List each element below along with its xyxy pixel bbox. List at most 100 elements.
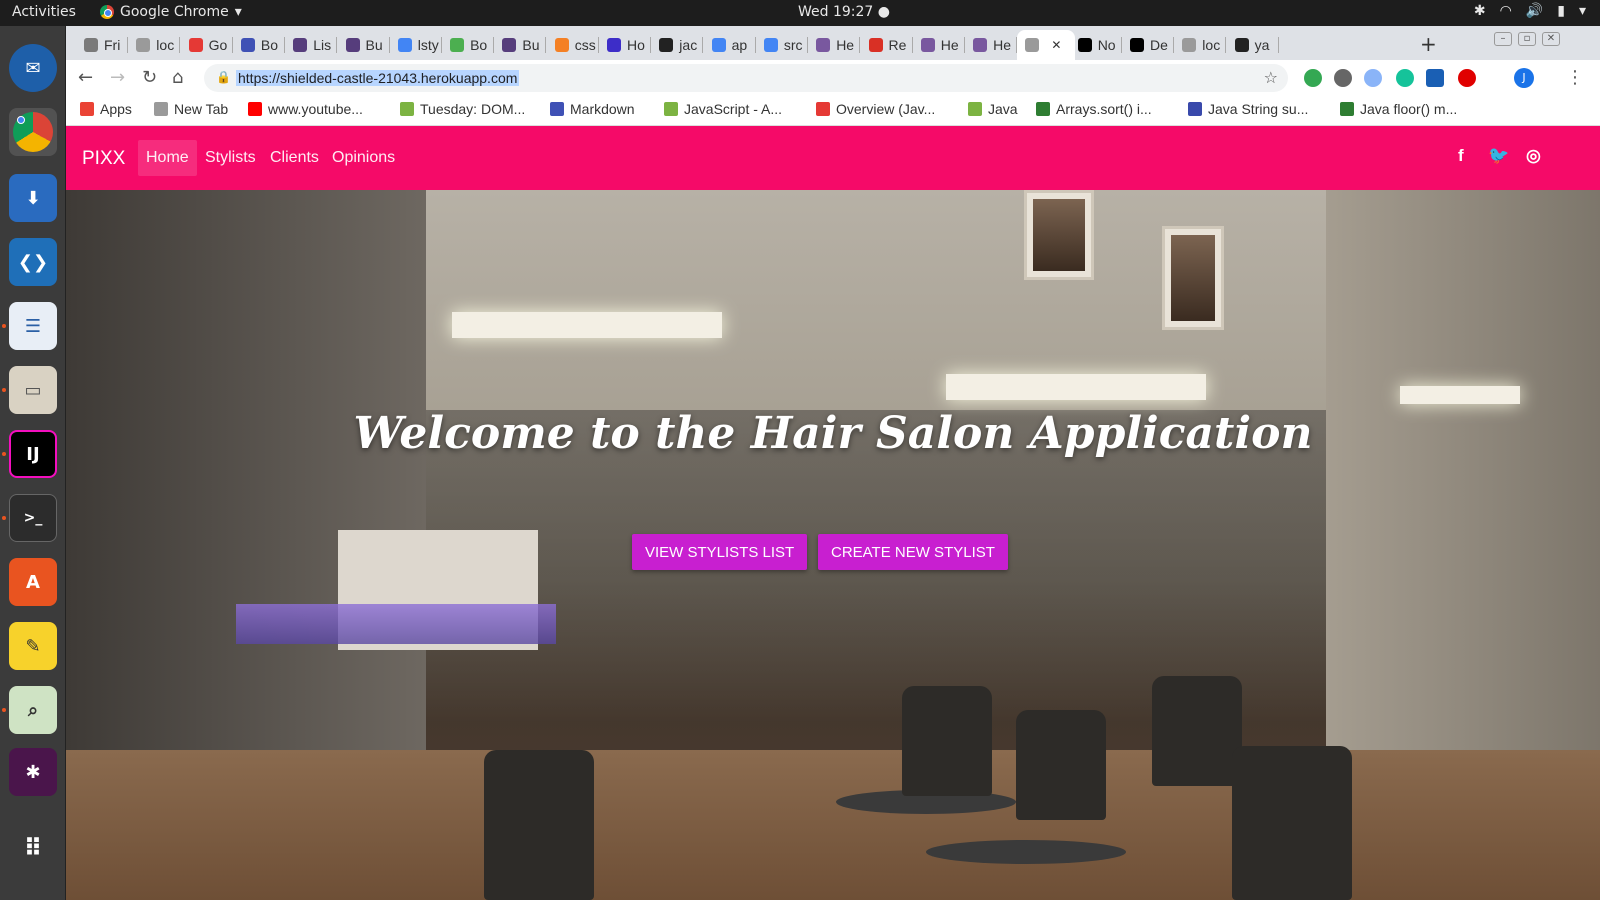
browser-tab[interactable]: loc [128,30,181,60]
clock[interactable]: Wed 19:27 ● [798,4,890,20]
tab-label: He [940,37,959,53]
close-window-button[interactable]: ✕ [1542,32,1560,46]
grammarly-icon[interactable] [1396,69,1414,87]
browser-tab[interactable]: Bo [442,30,495,60]
forward-icon[interactable]: → [110,67,125,88]
create-stylist-button[interactable]: CREATE NEW STYLIST [818,534,1008,570]
browser-tab[interactable]: src [756,30,808,60]
browser-tab[interactable]: Fri [76,30,128,60]
tab-favicon-icon [1025,38,1040,52]
extension-icon[interactable] [1426,69,1444,87]
intellij-icon[interactable]: IJ [9,430,57,478]
slack-icon[interactable]: ✱ [9,748,57,796]
address-bar[interactable]: 🔒 https://shielded-castle-21043.herokuap… [204,64,1288,92]
browser-tab[interactable]: ap [704,30,756,60]
browser-tab[interactable]: He [913,30,965,60]
bookmark-item[interactable]: Markdown [550,101,635,117]
ceiling-light [1400,386,1520,404]
tab-label: lsty [417,37,439,53]
tab-label: jac [679,37,698,53]
back-icon[interactable]: ← [78,67,93,88]
browser-tab[interactable]: lsty [390,30,442,60]
url-text[interactable]: https://shielded-castle-21043.herokuapp.… [236,70,520,86]
reload-icon[interactable]: ↻ [142,67,157,88]
tab-label: He [836,37,855,53]
browser-tab[interactable]: css [547,30,599,60]
tab-separator [1277,37,1279,53]
tab-favicon-icon [188,38,203,52]
menu-icon[interactable]: ⋮ [1566,67,1584,88]
nav-opinions[interactable]: Opinions [324,140,403,176]
bookmark-item[interactable]: Arrays.sort() i... [1036,101,1152,117]
software-center-icon[interactable]: A [9,558,57,606]
system-top-bar: Activities Google Chrome ▾ Wed 19:27 ● ✱… [0,0,1600,26]
close-tab-icon[interactable]: ✕ [1051,38,1061,52]
bookmark-item[interactable]: New Tab [154,101,228,117]
adblock-icon[interactable] [1458,69,1476,87]
tab-label: Bu [365,37,383,53]
vscode-icon[interactable]: ❮❯ [9,238,57,286]
facebook-icon[interactable]: f [1458,146,1464,166]
bookmark-item[interactable]: Java floor() m... [1340,101,1457,117]
tab-favicon-icon [554,38,569,52]
wall-portrait [1024,190,1094,280]
browser-tab[interactable]: No [1070,30,1122,60]
running-indicator [2,388,6,392]
salon-chair [1016,710,1106,820]
thunderbird-icon[interactable]: ✉ [9,44,57,92]
browser-tab[interactable]: Lis [285,30,338,60]
browser-tab[interactable]: Ho [599,30,651,60]
chrome-dock-icon[interactable] [9,108,57,156]
profile-avatar[interactable]: J [1514,68,1534,88]
bookmark-item[interactable]: Overview (Jav... [816,101,935,117]
site-brand[interactable]: PIXX [82,148,125,170]
browser-tab[interactable]: De [1122,30,1174,60]
shield-extension-icon[interactable] [1304,69,1322,87]
browser-tab[interactable]: Re [861,30,913,60]
show-apps-icon[interactable]: ⠿ [9,824,57,872]
bookmark-favicon-icon [400,102,414,116]
minimize-button[interactable]: – [1494,32,1512,46]
browser-tab[interactable]: He [808,30,861,60]
tab-label: src [783,37,803,53]
bookmark-item[interactable]: Java [968,101,1018,117]
nav-home[interactable]: Home [138,140,197,176]
twitter-icon[interactable]: 🐦 [1488,146,1509,166]
terminal-icon[interactable]: >_ [9,494,57,542]
bookmark-item[interactable]: Tuesday: DOM... [400,101,525,117]
download-extension-icon[interactable] [1364,69,1382,87]
maximize-button[interactable]: ▫ [1518,32,1536,46]
instagram-icon[interactable]: ◎ [1526,146,1541,166]
salon-chair [1152,676,1242,786]
browser-tab[interactable]: Go [181,30,233,60]
bookmark-item[interactable]: Apps [80,101,132,117]
browser-tab[interactable]: ya [1227,30,1279,60]
system-tray[interactable]: ✱ ◠ 🔊 ▮ ▾ [1474,3,1586,19]
file-manager-icon[interactable]: ▭ [9,366,57,414]
browser-tab[interactable]: loc [1174,30,1227,60]
activities-button[interactable]: Activities [12,4,76,20]
browser-tab[interactable]: jac [651,30,704,60]
notes-icon[interactable]: ✎ [9,622,57,670]
extension-icon[interactable] [1334,69,1352,87]
home-icon[interactable]: ⌂ [172,67,183,88]
browser-tab[interactable]: He [965,30,1018,60]
browser-tab[interactable]: ✕ [1017,30,1076,60]
nav-stylists[interactable]: Stylists [197,140,264,176]
text-editor-icon[interactable]: ☰ [9,302,57,350]
view-stylists-button[interactable]: VIEW STYLISTS LIST [632,534,808,570]
browser-tab[interactable]: Bo [233,30,285,60]
downloader-icon[interactable]: ⬇ [9,174,57,222]
bookmark-item[interactable]: JavaScript - A... [664,101,782,117]
slack-tray-icon[interactable]: ✱ [1474,3,1486,19]
browser-tab[interactable]: Bu [338,30,390,60]
tab-favicon-icon [1182,38,1197,52]
app-menu[interactable]: Google Chrome ▾ [100,4,242,20]
browser-tab[interactable]: Bu [494,30,547,60]
bookmark-item[interactable]: www.youtube... [248,101,363,117]
bookmark-star-icon[interactable]: ☆ [1264,68,1278,87]
new-tab-button[interactable]: + [1420,32,1437,56]
image-viewer-icon[interactable]: ⌕ [9,686,57,734]
bookmark-item[interactable]: Java String su... [1188,101,1308,117]
nav-clients[interactable]: Clients [262,140,327,176]
